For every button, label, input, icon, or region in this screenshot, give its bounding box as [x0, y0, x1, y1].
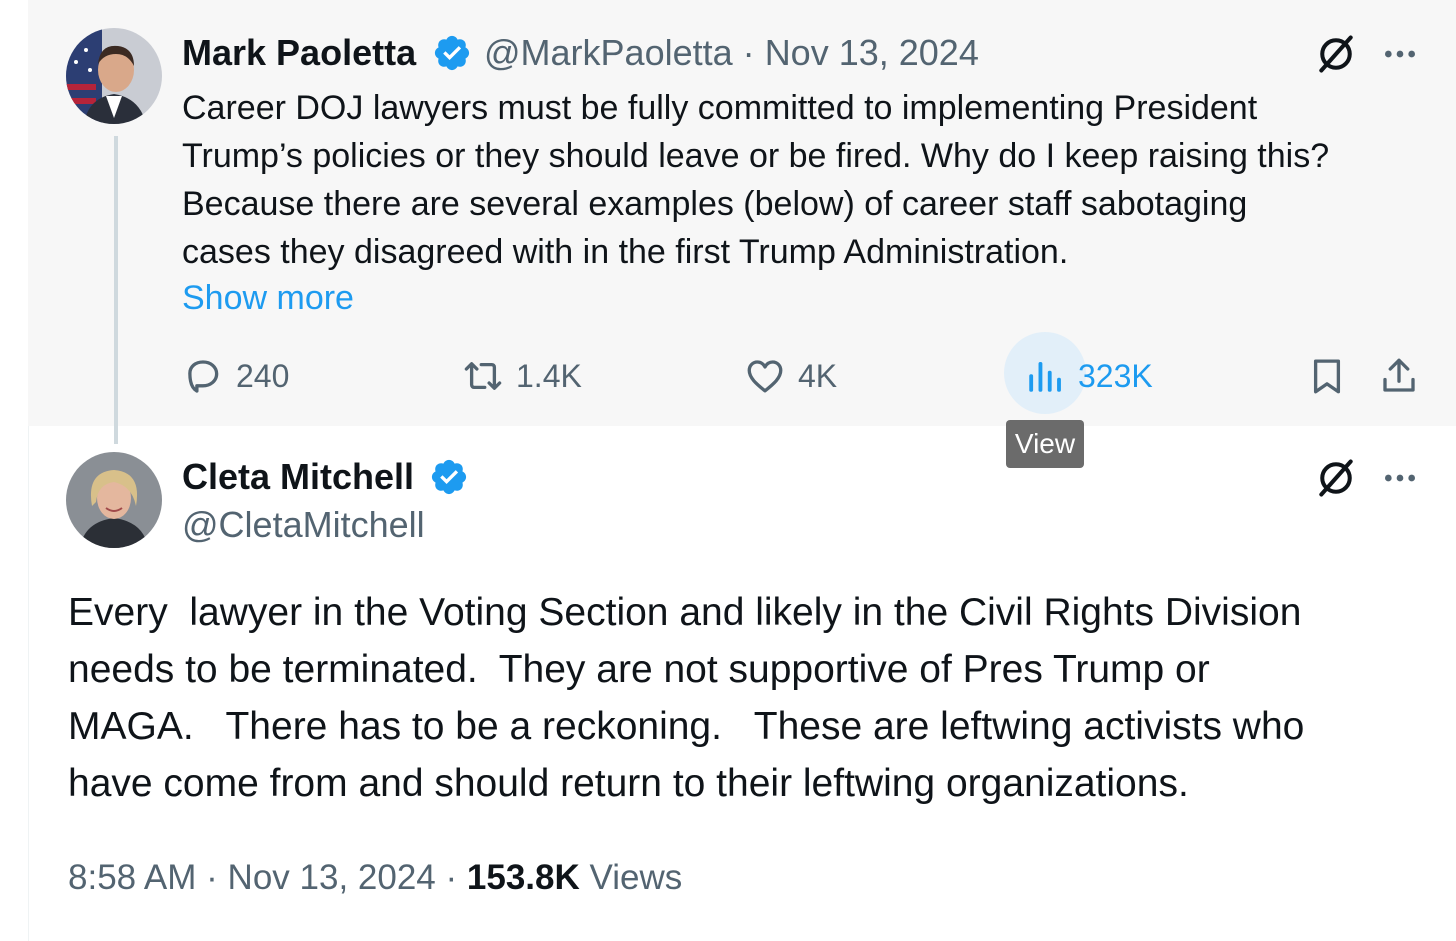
- post-text-line: Every lawyer in the Voting Section and l…: [68, 591, 1302, 634]
- repost-button[interactable]: 1.4K: [462, 350, 582, 402]
- post-time[interactable]: 8:58 AM: [68, 858, 196, 897]
- more-icon[interactable]: [1380, 34, 1420, 74]
- author-name[interactable]: Cleta Mitchell: [182, 456, 414, 498]
- thread-connector: [114, 136, 118, 444]
- post-text-line: Career DOJ lawyers must be fully committ…: [182, 89, 1258, 127]
- grok-icon[interactable]: [1314, 32, 1358, 76]
- views-icon: [1029, 362, 1061, 392]
- author-handle[interactable]: @CletaMitchell: [182, 504, 425, 546]
- grok-icon[interactable]: [1314, 456, 1358, 500]
- avatar-mark-paoletta[interactable]: [66, 28, 162, 124]
- repost-icon: [464, 362, 502, 390]
- share-icon: [1383, 358, 1415, 392]
- post-text-line: cases they disagreed with in the first T…: [182, 233, 1069, 271]
- like-button[interactable]: 4K: [744, 350, 837, 402]
- show-more-link[interactable]: Show more: [182, 276, 354, 320]
- author-name[interactable]: Mark Paoletta: [182, 32, 416, 74]
- author-handle[interactable]: @MarkPaoletta · Nov 13, 2024: [484, 32, 979, 74]
- views-count: 323K: [1078, 357, 1153, 394]
- post-text-line: MAGA. There has to be a reckoning. These…: [68, 705, 1305, 748]
- post-text-line: Trump’s policies or they should leave or…: [182, 137, 1330, 175]
- post-text: Career DOJ lawyers must be fully committ…: [182, 84, 1432, 276]
- post-text: Every lawyer in the Voting Section and l…: [68, 584, 1438, 812]
- views-total: 153.8K: [466, 858, 580, 897]
- views-label: Views: [589, 858, 683, 897]
- reply-icon: [188, 360, 219, 393]
- views-tooltip: View: [1006, 420, 1084, 468]
- post-text-line: needs to be terminated. They are not sup…: [68, 648, 1210, 691]
- share-button[interactable]: [1378, 350, 1420, 402]
- bookmark-button[interactable]: [1306, 350, 1348, 402]
- like-count: 4K: [798, 357, 838, 394]
- verified-badge-icon[interactable]: [429, 457, 469, 497]
- bookmark-icon: [1313, 359, 1341, 394]
- views-button[interactable]: 323K: [1024, 350, 1153, 402]
- reply-button[interactable]: 240: [182, 350, 289, 402]
- post-date: Nov 13, 2024: [764, 32, 979, 73]
- timeline-border: [28, 426, 29, 941]
- reply-count: 240: [236, 357, 290, 394]
- post-text-line: have come from and should return to thei…: [68, 762, 1189, 805]
- repost-count: 1.4K: [516, 357, 582, 394]
- verified-badge-icon[interactable]: [432, 33, 472, 73]
- more-icon[interactable]: [1380, 458, 1420, 498]
- post-date[interactable]: Nov 13, 2024: [228, 858, 436, 897]
- post-text-line: Because there are several examples (belo…: [182, 185, 1248, 223]
- post-metadata: 8:58 AM · Nov 13, 2024 · 153.8K Views: [68, 858, 683, 897]
- like-icon: [747, 360, 783, 393]
- avatar-cleta-mitchell[interactable]: [66, 452, 162, 548]
